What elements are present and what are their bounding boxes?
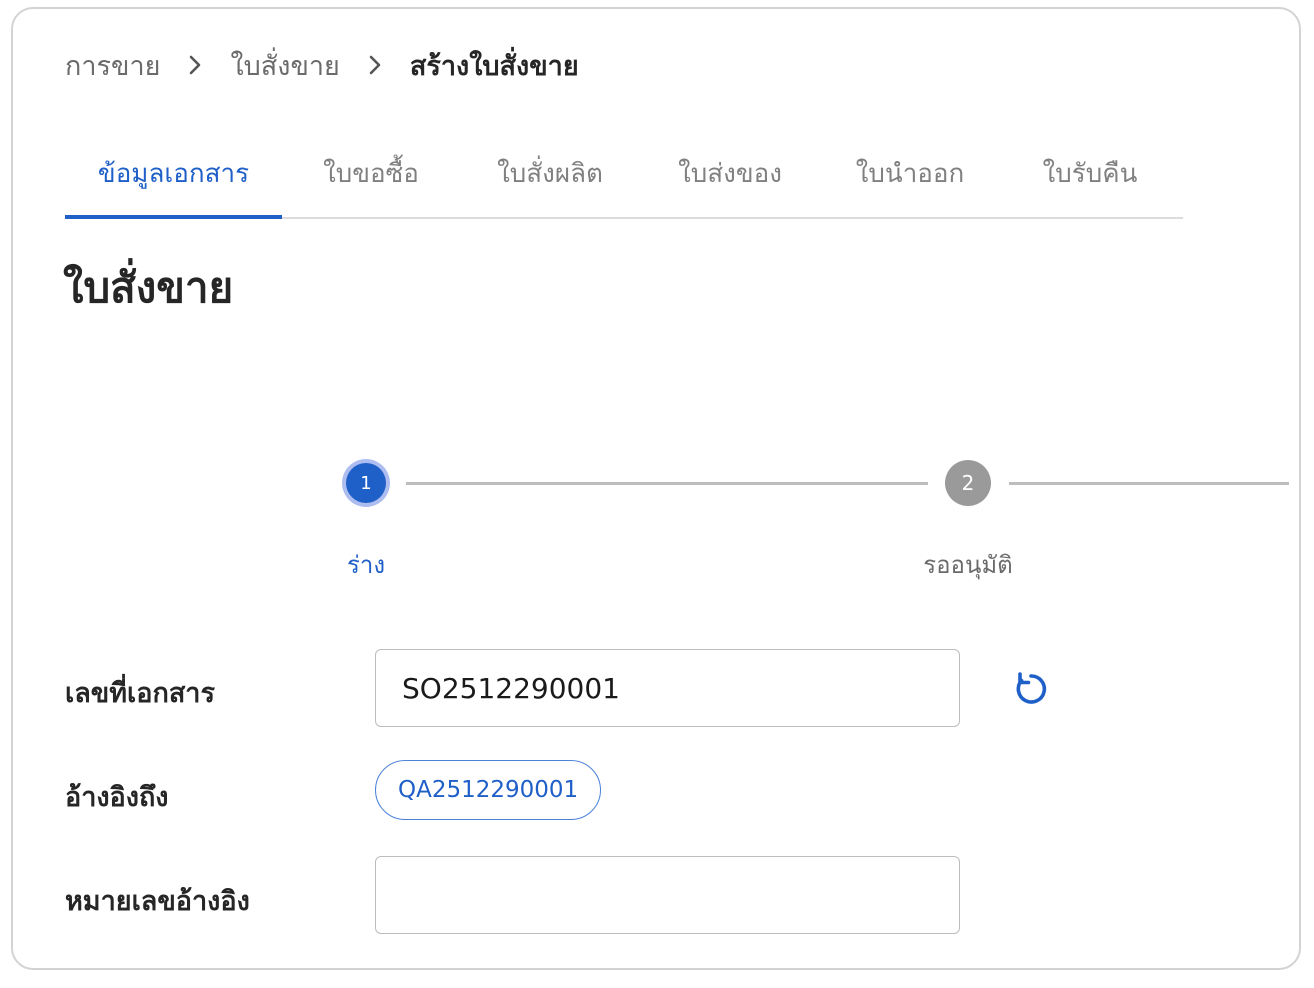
step-2-indicator: 2 (945, 460, 991, 506)
step-connector (1009, 482, 1289, 485)
tab-document-info[interactable]: ข้อมูลเอกสาร (65, 129, 282, 219)
reference-number-field[interactable] (375, 856, 960, 934)
breadcrumb: การขาย ใบสั่งขาย สร้างใบสั่งขาย (65, 45, 579, 85)
chevron-right-icon (160, 54, 230, 76)
refresh-icon (1012, 669, 1050, 707)
step-connector (406, 482, 928, 485)
tab-export-note[interactable]: ใบนำออก (820, 129, 1000, 217)
sales-order-card: การขาย ใบสั่งขาย สร้างใบสั่งขาย ข้อมูลเอ… (11, 7, 1301, 970)
tab-purchase-request[interactable]: ใบขอซื้อ (282, 129, 460, 217)
breadcrumb-item-sales[interactable]: การขาย (65, 44, 160, 87)
tab-production-order[interactable]: ใบสั่งผลิต (460, 129, 640, 217)
reference-label: อ้างอิงถึง (65, 782, 169, 813)
step-1-indicator: 1 (346, 463, 386, 503)
regenerate-number-button[interactable] (1009, 666, 1053, 710)
step-2-label: รออนุมัติ (923, 551, 1013, 579)
document-number-label: เลขที่เอกสาร (65, 678, 215, 709)
breadcrumb-item-sales-order[interactable]: ใบสั่งขาย (230, 44, 339, 87)
document-tabs: ข้อมูลเอกสาร ใบขอซื้อ ใบสั่งผลิต ใบส่งขอ… (65, 129, 1183, 219)
tab-delivery-note[interactable]: ใบส่งของ (640, 129, 820, 217)
breadcrumb-item-create-sales-order: สร้างใบสั่งขาย (409, 50, 579, 82)
tab-return-receipt[interactable]: ใบรับคืน (1000, 129, 1180, 217)
reference-number-label: หมายเลขอ้างอิง (65, 886, 250, 917)
page-title: ใบสั่งขาย (63, 263, 234, 312)
step-1-label: ร่าง (346, 551, 386, 579)
reference-chip[interactable]: QA2512290001 (375, 760, 602, 820)
chevron-right-icon (340, 54, 410, 76)
document-number-field[interactable] (375, 649, 960, 727)
